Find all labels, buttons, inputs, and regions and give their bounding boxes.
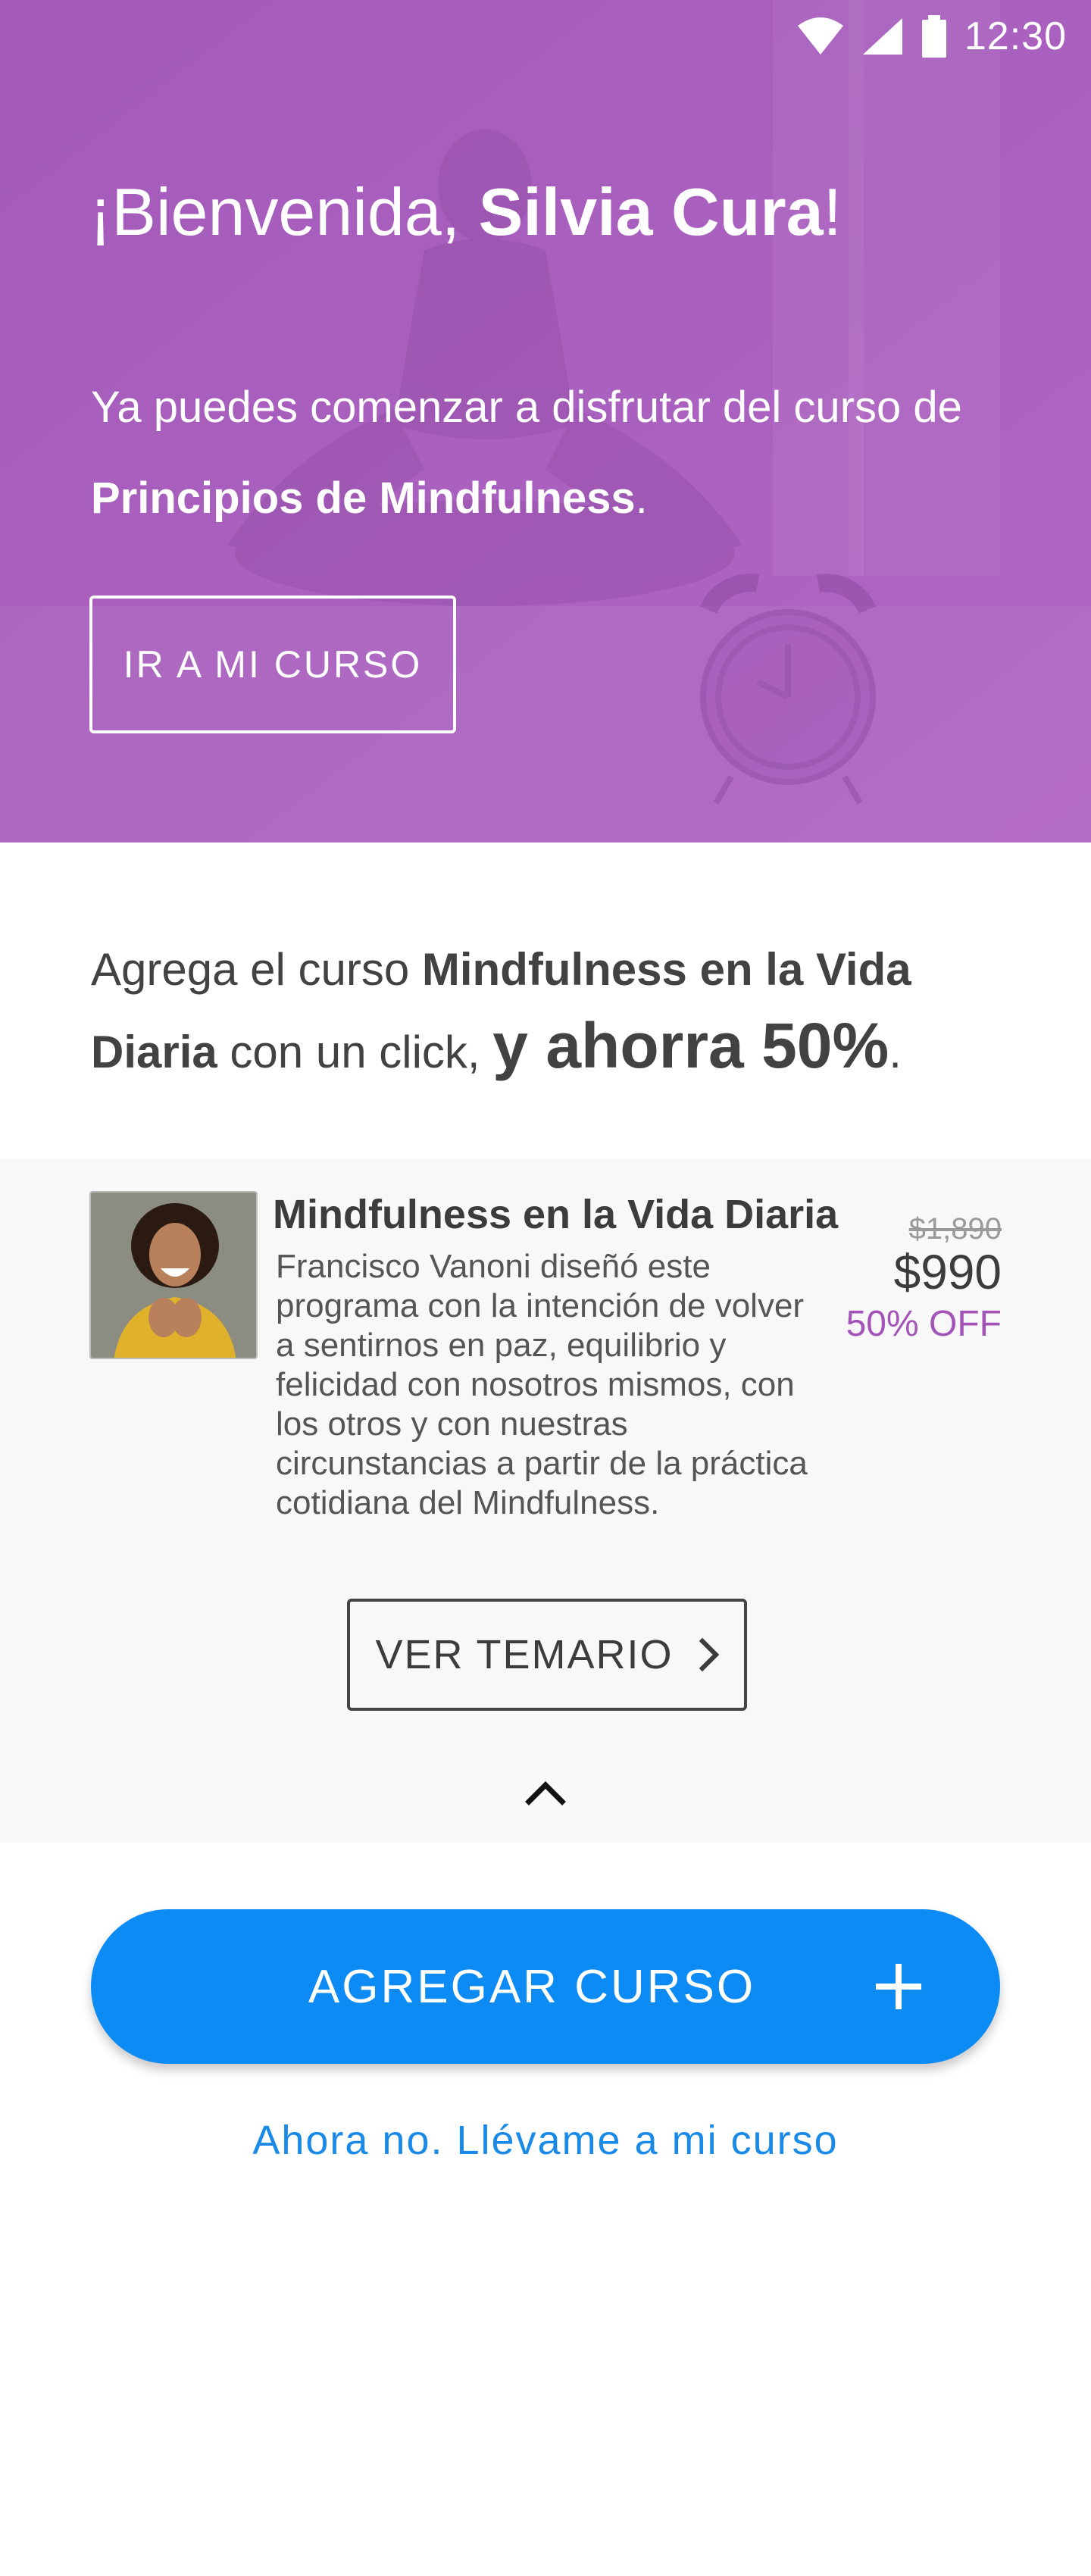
status-time: 12:30 <box>964 14 1067 58</box>
go-to-course-button[interactable]: IR A MI CURSO <box>89 596 456 733</box>
smiling-woman-image <box>91 1193 256 1358</box>
signal-icon <box>862 18 902 55</box>
course-title[interactable]: Mindfulness en la Vida Diaria <box>273 1191 838 1238</box>
welcome-heading: ¡Bienvenida, Silvia Cura! <box>89 174 842 249</box>
view-syllabus-label: VER TEMARIO <box>375 1632 674 1677</box>
intro-end: . <box>635 474 648 523</box>
course-thumbnail <box>89 1191 258 1359</box>
add-course-button[interactable]: AGREGAR CURSO <box>91 1909 1000 2064</box>
intro-text: Ya puedes comenzar a disfrutar del curso… <box>91 383 962 432</box>
wifi-icon <box>797 17 843 55</box>
discount-badge: 50% OFF <box>846 1304 1002 1344</box>
view-syllabus-button[interactable]: VER TEMARIO <box>347 1599 747 1711</box>
battery-icon <box>921 15 946 58</box>
user-name: Silvia Cura <box>478 174 824 249</box>
course-card: Mindfulness en la Vida Diaria Francisco … <box>0 1159 1091 1843</box>
add-course-label: AGREGAR CURSO <box>308 1960 756 2013</box>
plus-icon <box>876 1964 921 2009</box>
discounted-price: $990 <box>893 1245 1002 1299</box>
promo-prefix: Agrega el curso <box>91 944 422 995</box>
skip-to-my-course-link[interactable]: Ahora no. Llévame a mi curso <box>0 2117 1091 2164</box>
welcome-hero: 12:30 ¡Bienvenida, Silvia Cura! Ya puede… <box>0 0 1091 843</box>
savings-highlight: y ahorra 50% <box>492 1010 889 1081</box>
status-bar: 12:30 <box>758 0 1091 73</box>
course-description: Francisco Vanoni diseñó este programa co… <box>276 1248 808 1521</box>
promo-end: . <box>889 1027 902 1077</box>
upsell-message: Agrega el curso Mindfulness en la Vida D… <box>91 932 1000 1090</box>
welcome-message: Ya puedes comenzar a disfrutar del curso… <box>91 362 1030 544</box>
promo-middle: con un click, <box>217 1027 493 1077</box>
chevron-up-icon[interactable] <box>524 1777 567 1808</box>
greeting-prefix: ¡Bienvenida, <box>89 174 479 249</box>
chevron-right-icon <box>699 1638 719 1671</box>
original-price: $1,890 <box>908 1212 1002 1246</box>
greeting-suffix: ! <box>823 174 842 249</box>
purchased-course-name: Principios de Mindfulness <box>91 474 636 523</box>
